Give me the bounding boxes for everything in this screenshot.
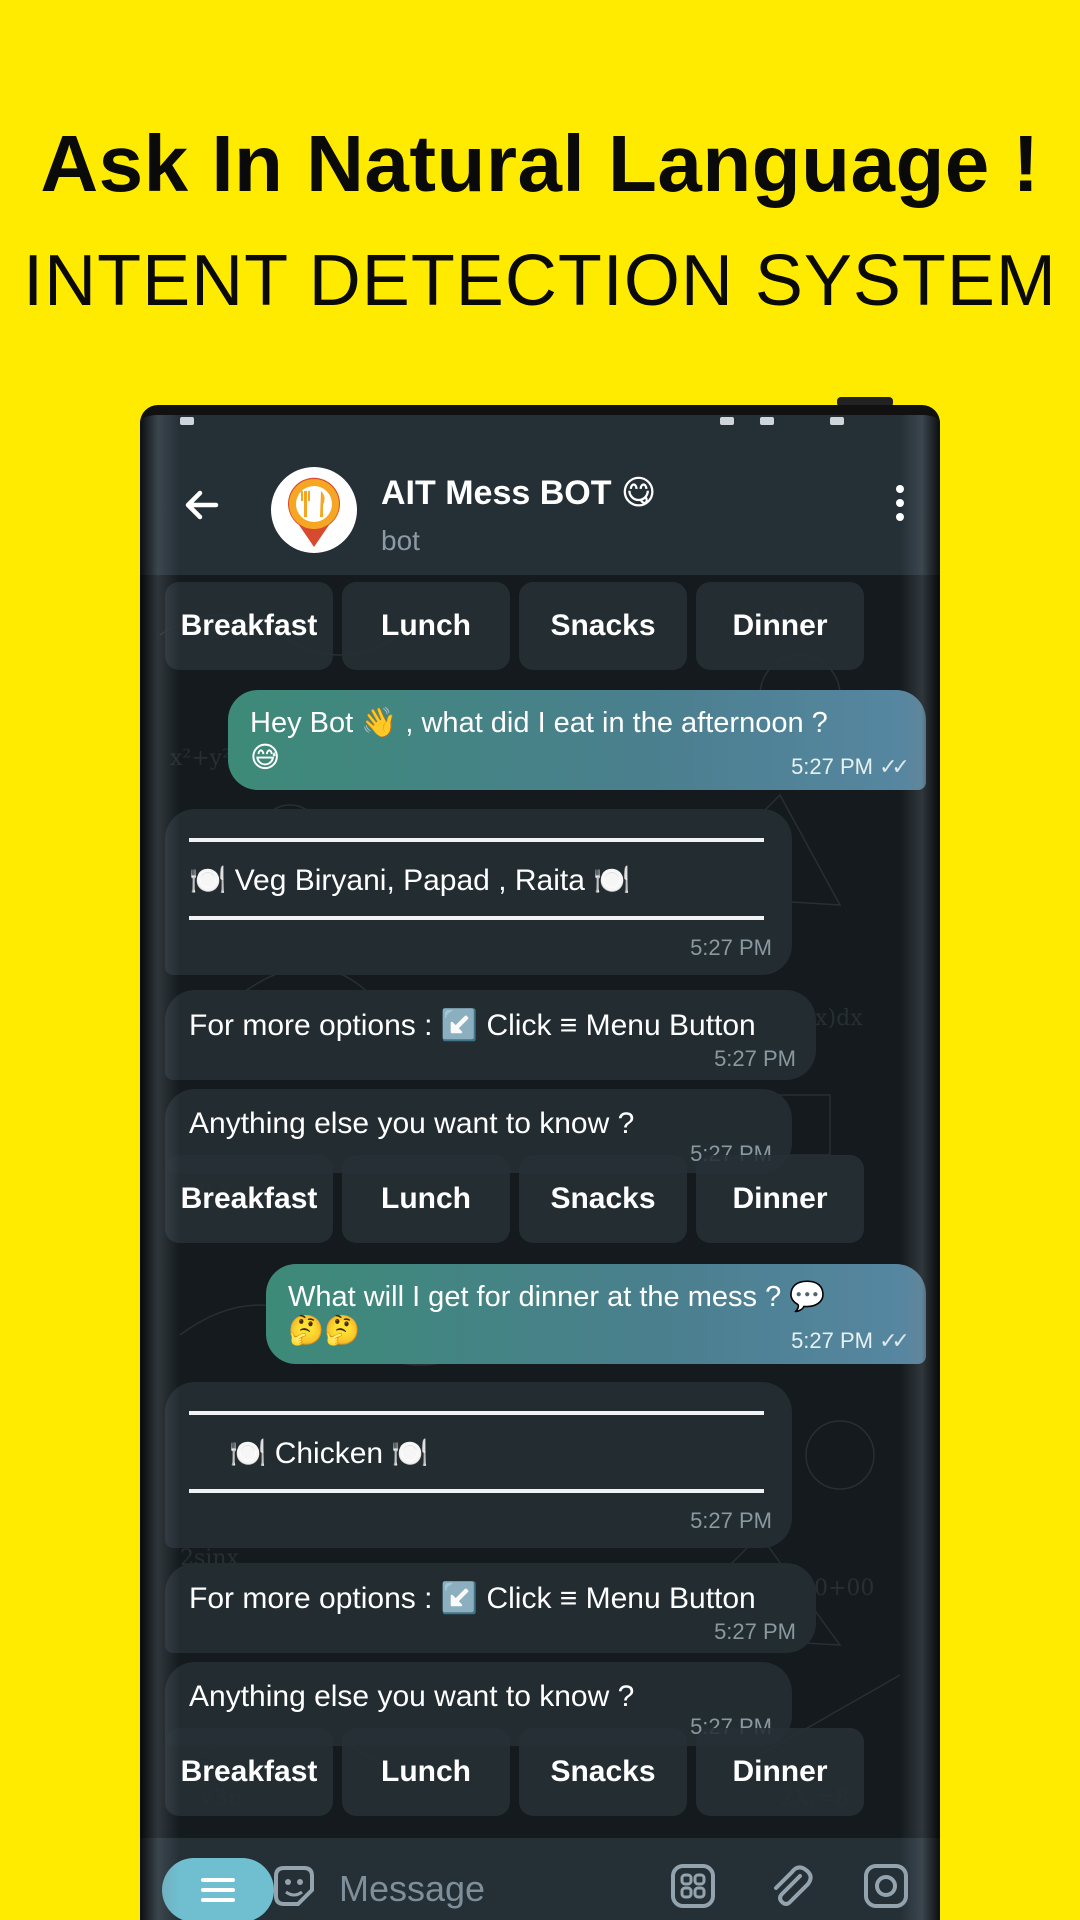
attach-icon[interactable] [766, 1862, 814, 1910]
status-icon [180, 417, 194, 425]
bot-commands-icon[interactable] [669, 1862, 717, 1910]
breakfast-button[interactable]: Breakfast [165, 582, 333, 670]
status-icon [760, 417, 774, 425]
message-timestamp: 5:27 PM ✓✓ [791, 1328, 910, 1354]
phone-frame: AIT Mess BOT 😋 bot x²+y² ∫ f(x)dx 2sinx … [140, 405, 940, 1920]
chat-header: AIT Mess BOT 😋 bot [140, 433, 940, 575]
read-checkmark-icon: ✓✓ [879, 754, 910, 779]
message-input-bar: Message [140, 1838, 940, 1920]
message-timestamp: 5:27 PM ✓✓ [791, 754, 910, 780]
lunch-button[interactable]: Lunch [342, 582, 510, 670]
breakfast-button[interactable]: Breakfast [165, 1155, 333, 1243]
snacks-button[interactable]: Snacks [519, 1728, 687, 1816]
message-input[interactable]: Message [339, 1868, 485, 1910]
status-bar [140, 415, 940, 433]
bot-avatar[interactable] [271, 467, 357, 553]
back-arrow-svg [185, 490, 219, 520]
svg-text:x²+y²: x²+y² [170, 746, 231, 771]
message-timestamp: 5:27 PM [714, 1619, 796, 1644]
message-timestamp: 5:27 PM [690, 935, 772, 960]
message-text: 🍽️ Veg Biryani, Papad , Raita 🍽️ [189, 864, 631, 897]
dinner-button[interactable]: Dinner [696, 582, 864, 670]
incoming-message[interactable]: 🍽️ Chicken 🍽️ 5:27 PM [165, 1382, 792, 1548]
camera-icon[interactable] [862, 1862, 910, 1910]
reply-keyboard: Breakfast Lunch Snacks Dinner [165, 1728, 885, 1816]
message-text: Anything else you want to know ? [189, 1107, 635, 1140]
message-text: Anything else you want to know ? [189, 1680, 635, 1713]
status-icon [830, 417, 844, 425]
outgoing-message[interactable]: What will I get for dinner at the mess ?… [266, 1264, 926, 1364]
message-text: For more options : ↙️ Click ≡ Menu Butto… [189, 1009, 756, 1042]
outgoing-message[interactable]: Hey Bot 👋 , what did I eat in the aftern… [228, 690, 926, 790]
timestamp-text: 5:27 PM [791, 1328, 873, 1353]
subline: INTENT DETECTION SYSTEM [23, 241, 1057, 321]
sticker-icon[interactable] [270, 1862, 318, 1910]
dinner-button[interactable]: Dinner [696, 1155, 864, 1243]
divider-line [189, 1489, 764, 1493]
chat-title: AIT Mess BOT 😋 [381, 474, 657, 512]
dinner-button[interactable]: Dinner [696, 1728, 864, 1816]
read-checkmark-icon: ✓✓ [879, 1328, 910, 1353]
message-text: For more options : ↙️ Click ≡ Menu Butto… [189, 1582, 756, 1615]
breakfast-button[interactable]: Breakfast [165, 1728, 333, 1816]
timestamp-text: 5:27 PM [791, 754, 873, 779]
reply-keyboard: Breakfast Lunch Snacks Dinner [165, 582, 885, 670]
message-text: Hey Bot 👋 , what did I eat in the aftern… [250, 707, 828, 739]
menu-icon[interactable] [162, 1858, 274, 1920]
restaurant-pin-icon [288, 477, 340, 547]
more-options-icon[interactable] [890, 481, 910, 525]
snacks-button[interactable]: Snacks [519, 1155, 687, 1243]
message-timestamp: 5:27 PM [690, 1508, 772, 1533]
message-list[interactable]: π=3.14 x²+y² ∫ f(x)dx sin x √a+b 2sinx 8… [140, 575, 940, 1838]
divider-line [189, 916, 764, 920]
back-arrow-icon[interactable] [172, 475, 232, 535]
incoming-message[interactable]: For more options : ↙️ Click ≡ Menu Butto… [165, 990, 816, 1080]
chat-screen: AIT Mess BOT 😋 bot x²+y² ∫ f(x)dx 2sinx … [140, 415, 940, 1920]
reply-keyboard: Breakfast Lunch Snacks Dinner [165, 1155, 885, 1243]
message-text: 🍽️ Chicken 🍽️ [229, 1437, 429, 1470]
divider-line [189, 838, 764, 842]
incoming-message[interactable]: For more options : ↙️ Click ≡ Menu Butto… [165, 1563, 816, 1653]
message-timestamp: 5:27 PM [714, 1046, 796, 1071]
lunch-button[interactable]: Lunch [342, 1155, 510, 1243]
headline: Ask In Natural Language ! [40, 119, 1040, 208]
status-icon [720, 417, 734, 425]
snacks-button[interactable]: Snacks [519, 582, 687, 670]
lunch-button[interactable]: Lunch [342, 1728, 510, 1816]
incoming-message[interactable]: 🍽️ Veg Biryani, Papad , Raita 🍽️ 5:27 PM [165, 809, 792, 975]
message-text: What will I get for dinner at the mess ?… [288, 1281, 826, 1313]
chat-subtitle: bot [381, 525, 420, 556]
divider-line [189, 1411, 764, 1415]
